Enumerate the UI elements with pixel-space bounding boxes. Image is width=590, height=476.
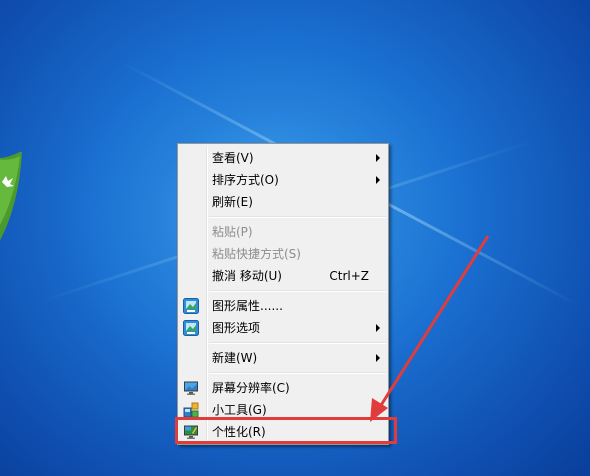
annotation-arrow xyxy=(370,235,490,422)
